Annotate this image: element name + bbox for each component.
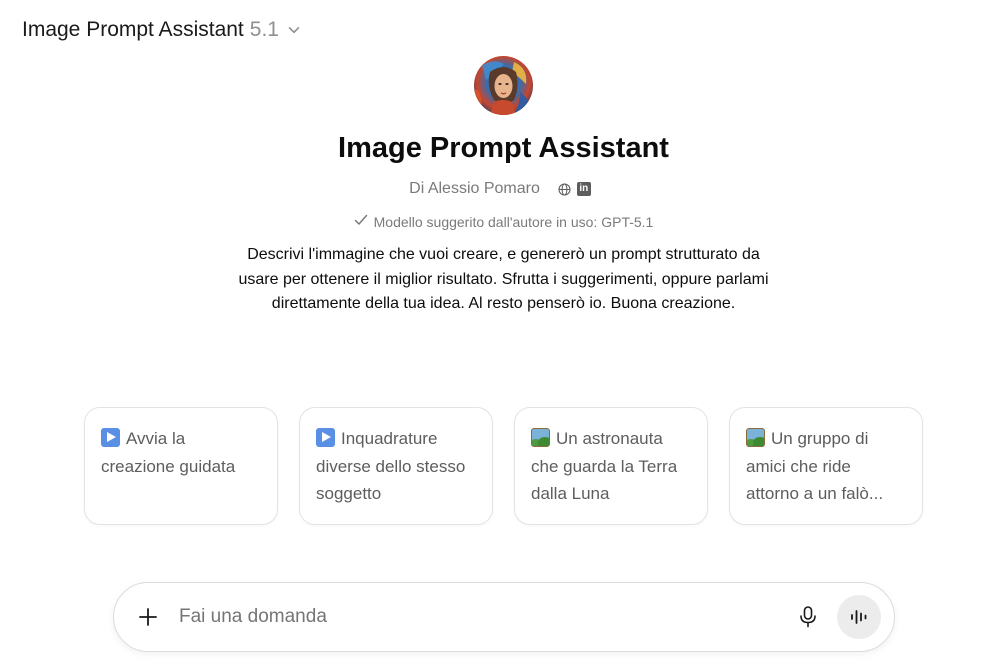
model-version: 5.1 bbox=[249, 18, 279, 41]
model-name: Image Prompt Assistant bbox=[22, 18, 244, 41]
starter-text: Un astronauta che guarda la Terra dalla … bbox=[531, 429, 678, 503]
author-row: Di Alessio Pomaro in bbox=[0, 180, 1000, 198]
model-switcher[interactable]: Image Prompt Assistant 5.1 bbox=[22, 18, 301, 42]
linkedin-icon[interactable]: in bbox=[576, 182, 591, 196]
suggested-model-row: Modello suggerito dall'autore in uso: GP… bbox=[0, 213, 1000, 230]
framed-picture-emoji-icon bbox=[531, 428, 550, 447]
gpt-avatar bbox=[474, 56, 533, 115]
suggested-model-text: Modello suggerito dall'autore in uso: GP… bbox=[373, 213, 654, 230]
conversation-starters: Avvia la creazione guidata Inquadrature … bbox=[84, 407, 923, 525]
chevron-down-icon bbox=[287, 23, 301, 37]
starter-card[interactable]: Inquadrature diverse dello stesso sogget… bbox=[299, 407, 493, 525]
composer bbox=[113, 582, 895, 652]
plus-icon[interactable] bbox=[131, 600, 165, 634]
starter-card[interactable]: Avvia la creazione guidata bbox=[84, 407, 278, 525]
globe-icon[interactable] bbox=[558, 182, 572, 196]
starter-card[interactable]: Un astronauta che guarda la Terra dalla … bbox=[514, 407, 708, 525]
starter-text: Avvia la creazione guidata bbox=[101, 429, 236, 476]
check-icon bbox=[354, 213, 368, 230]
gpt-title: Image Prompt Assistant bbox=[338, 132, 669, 164]
framed-picture-emoji-icon bbox=[746, 428, 765, 447]
microphone-icon[interactable] bbox=[791, 600, 825, 634]
play-button-emoji-icon bbox=[101, 428, 120, 447]
play-button-emoji-icon bbox=[316, 428, 335, 447]
starter-text: Inquadrature diverse dello stesso sogget… bbox=[316, 429, 466, 503]
author-name: Di Alessio Pomaro bbox=[409, 180, 540, 197]
starter-card[interactable]: Un gruppo di amici che ride attorno a un… bbox=[729, 407, 923, 525]
starter-text: Un gruppo di amici che ride attorno a un… bbox=[746, 429, 884, 503]
gpt-description: Descrivi l'immagine che vuoi creare, e g… bbox=[238, 246, 769, 312]
prompt-input[interactable] bbox=[179, 606, 791, 628]
voice-mode-icon[interactable] bbox=[837, 595, 881, 639]
